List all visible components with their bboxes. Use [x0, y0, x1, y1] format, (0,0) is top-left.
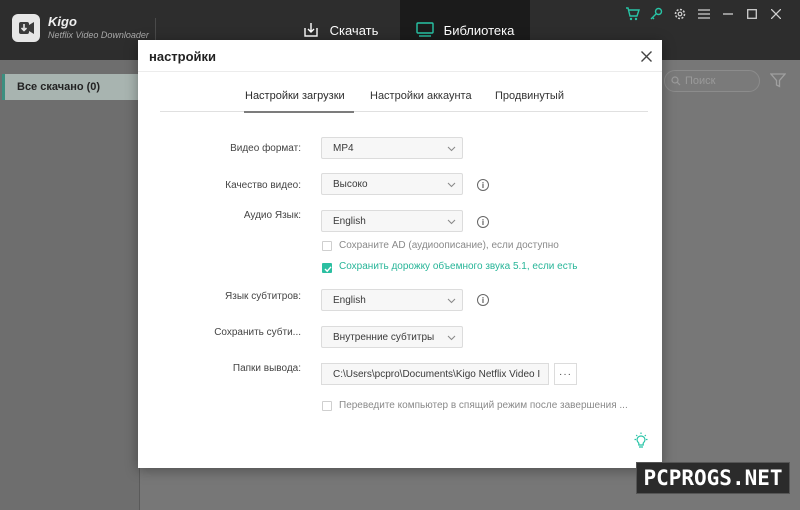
- download-icon: [302, 21, 320, 39]
- dialog-close-icon[interactable]: [638, 48, 654, 64]
- audio-language-select[interactable]: English: [321, 210, 463, 232]
- chevron-down-icon: [447, 298, 456, 304]
- info-icon[interactable]: i: [477, 216, 489, 228]
- chevron-down-icon: [447, 146, 456, 152]
- app-name: Kigo: [48, 14, 77, 29]
- video-quality-select[interactable]: Высоко: [321, 173, 463, 195]
- save-subtitles-value: Внутренние субтитры: [333, 331, 435, 343]
- sleep-after-checkbox[interactable]: [322, 401, 332, 411]
- chevron-down-icon: [447, 335, 456, 341]
- dialog-title: настройки: [149, 49, 217, 64]
- search-input[interactable]: Поиск: [664, 70, 760, 92]
- output-folder-label: Папки вывода:: [232, 363, 301, 374]
- info-icon[interactable]: i: [477, 294, 489, 306]
- tab-account-settings[interactable]: Настройки аккаунта: [370, 90, 472, 102]
- settings-dialog: настройки Настройки загрузки Настройки а…: [138, 40, 662, 468]
- watermark: PCPROGS.NET: [636, 462, 790, 494]
- gear-icon[interactable]: [672, 6, 688, 22]
- search-icon: [671, 76, 681, 86]
- chevron-down-icon: [447, 219, 456, 225]
- subtitle-language-select[interactable]: English: [321, 289, 463, 311]
- output-folder-input[interactable]: C:\Users\pcpro\Documents\Kigo Netflix Vi…: [321, 363, 549, 385]
- info-icon[interactable]: i: [477, 179, 489, 191]
- sidebar-item-all-downloaded[interactable]: Все скачано (0): [2, 74, 140, 100]
- subtitle-language-value: English: [333, 294, 366, 306]
- audio-language-value: English: [333, 215, 366, 227]
- browse-folder-button[interactable]: ···: [554, 363, 577, 385]
- lightbulb-icon[interactable]: [633, 432, 649, 450]
- video-quality-value: Высоко: [333, 178, 368, 190]
- close-icon[interactable]: [768, 6, 784, 22]
- sleep-after-label: Переведите компьютер в спящий режим посл…: [339, 400, 628, 411]
- video-format-value: MP4: [333, 142, 354, 154]
- save-subtitles-label: Сохранить субти...: [214, 327, 301, 338]
- kigo-logo-icon: [12, 14, 40, 42]
- surround-sound-checkbox[interactable]: [322, 263, 332, 273]
- key-icon[interactable]: [648, 6, 664, 22]
- audio-description-label: Сохраните AD (аудиоописание), если досту…: [339, 240, 559, 251]
- settings-tabs: Настройки загрузки Настройки аккаунта Пр…: [160, 90, 648, 113]
- app-subtitle: Netflix Video Downloader: [48, 30, 149, 40]
- cart-icon[interactable]: [624, 6, 640, 22]
- minimize-icon[interactable]: [720, 6, 736, 22]
- audio-description-checkbox[interactable]: [322, 241, 332, 251]
- maximize-icon[interactable]: [744, 6, 760, 22]
- surround-sound-label: Сохранить дорожку объемного звука 5.1, е…: [339, 261, 578, 272]
- active-tab-indicator: [244, 111, 354, 113]
- tab-library-label: Библиотека: [443, 22, 515, 38]
- tab-download-label: Скачать: [329, 22, 379, 38]
- search-placeholder: Поиск: [685, 75, 716, 87]
- filter-icon[interactable]: [770, 73, 786, 88]
- audio-language-label: Аудио Язык:: [243, 210, 301, 221]
- dialog-divider: [138, 71, 662, 72]
- tab-advanced[interactable]: Продвинутый: [495, 90, 564, 102]
- menu-icon[interactable]: [696, 6, 712, 22]
- tab-download-settings[interactable]: Настройки загрузки: [245, 90, 345, 102]
- sidebar: Все скачано (0): [0, 60, 140, 510]
- video-quality-label: Качество видео:: [225, 180, 301, 191]
- chevron-down-icon: [447, 182, 456, 188]
- save-subtitles-select[interactable]: Внутренние субтитры: [321, 326, 463, 348]
- video-format-select[interactable]: MP4: [321, 137, 463, 159]
- subtitle-language-label: Язык субтитров:: [225, 291, 301, 302]
- window-controls: [624, 6, 784, 22]
- library-icon: [415, 22, 434, 38]
- checkmark-icon: [324, 266, 332, 273]
- video-format-label: Видео формат:: [230, 143, 301, 154]
